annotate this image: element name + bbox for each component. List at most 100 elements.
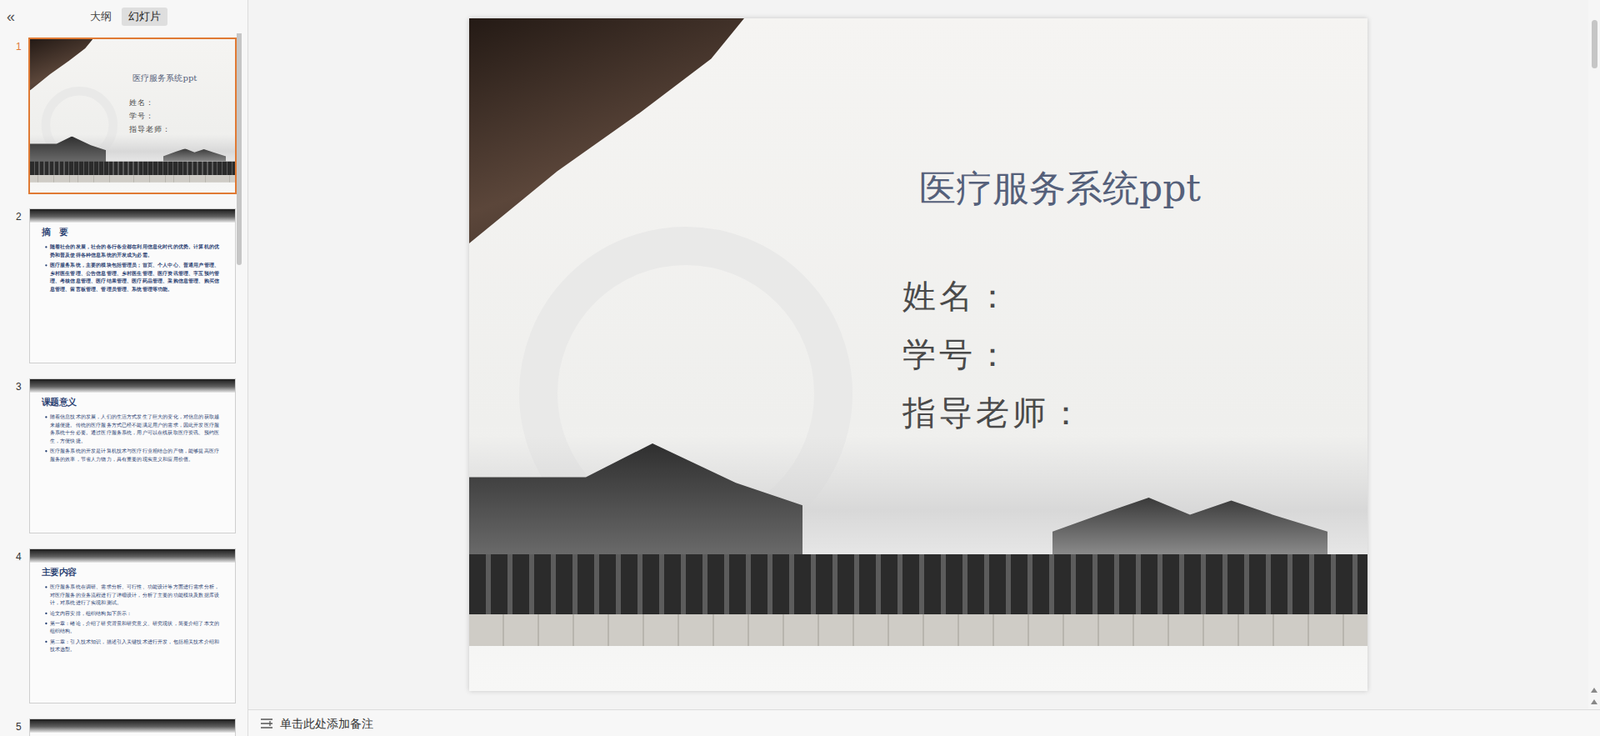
thumbnail-area: 1医疗服务系统ppt姓名：学号：指导老师：2摘 要随着社会的发展，社会的各行各业…: [0, 33, 248, 736]
thumbnail-row[interactable]: 5: [0, 717, 237, 736]
bullet-text[interactable]: 医疗服务系统的开发是计算机技术与医疗行业相结合的产物，能够提高医疗服务的效率，节…: [50, 447, 225, 464]
field-list: 姓名：学号：指导老师：: [129, 95, 235, 136]
collapse-icon[interactable]: «: [5, 6, 17, 27]
slide-title[interactable]: 医疗服务系统ppt: [132, 72, 235, 84]
page-down-icon[interactable]: [1590, 697, 1598, 705]
roof-corner: [30, 39, 93, 91]
slide-thumbnail[interactable]: 主要内容医疗服务系统在调研、需求分析、可行性、功能设计等方面进行需求分析，对医疗…: [29, 548, 236, 704]
scroll-thumb[interactable]: [1591, 20, 1598, 69]
slide-field[interactable]: 指导老师：: [129, 122, 235, 136]
slide-field[interactable]: 学号：: [902, 325, 1368, 384]
thumbnail-view: 摘 要随着社会的发展，社会的各行各业都在利用信息化时代的优势。计算机的优势和普及…: [30, 209, 235, 363]
slide-title[interactable]: 摘 要: [41, 226, 225, 239]
bullet-text[interactable]: 医疗服务系统在调研、需求分析、可行性、功能设计等方面进行需求分析，对医疗服务的业…: [50, 583, 225, 608]
slide-number: 2: [0, 207, 29, 365]
slide: 主要内容医疗服务系统在调研、需求分析、可行性、功能设计等方面进行需求分析，对医疗…: [30, 549, 235, 703]
bullet: 第一章：绪论，介绍了研究背景和研究意义、研究现状，简要介绍了本文的组织结构。: [41, 619, 225, 635]
bullet-dot: [45, 450, 47, 452]
slide-title[interactable]: 课题意义: [41, 396, 225, 409]
slide-title[interactable]: 主要内容: [41, 566, 225, 579]
panel-scrollbar: [236, 33, 245, 736]
slide-number: 4: [0, 547, 29, 705]
panel-header: « 大纲幻灯片: [0, 0, 248, 34]
thumbnail-row[interactable]: 4主要内容医疗服务系统在调研、需求分析、可行性、功能设计等方面进行需求分析，对医…: [0, 547, 237, 705]
slide-field[interactable]: 指导老师：: [902, 383, 1368, 442]
roof-band: [30, 209, 235, 223]
slide-thumbnail[interactable]: 医疗服务系统ppt 姓名：学号：指导老师：: [28, 37, 237, 195]
slide-thumbnail[interactable]: [29, 718, 236, 736]
thumbnail-view: 主要内容医疗服务系统在调研、需求分析、可行性、功能设计等方面进行需求分析，对医疗…: [30, 549, 235, 703]
bullet-text[interactable]: 第一章：绪论，介绍了研究背景和研究意义、研究现状，简要介绍了本文的组织结构。: [50, 619, 225, 635]
bullet-text[interactable]: 随着信息技术的发展，人们的生活方式发生了巨大的变化，对信息的获取越来越便捷。传统…: [50, 413, 225, 445]
bullet-dot: [45, 264, 47, 266]
bullet-list: 随着社会的发展，社会的各行各业都在利用信息化时代的优势。计算机的优势和普及使得各…: [41, 243, 225, 294]
bullet: 随着信息技术的发展，人们的生活方式发生了巨大的变化，对信息的获取越来越便捷。传统…: [41, 413, 225, 445]
bullet-dot: [45, 640, 47, 643]
bullet-list: 随着信息技术的发展，人们的生活方式发生了巨大的变化，对信息的获取越来越便捷。传统…: [41, 413, 225, 464]
field-list: 姓名：学号：指导老师：: [902, 266, 1368, 442]
workspace: 医疗服务系统ppt 姓名：学号：指导老师：: [248, 0, 1600, 710]
slide: 摘 要随着社会的发展，社会的各行各业都在利用信息化时代的优势。计算机的优势和普及…: [30, 209, 235, 363]
slide: [30, 719, 235, 736]
view-tabs: 大纲幻灯片: [83, 7, 168, 26]
bullet-text[interactable]: 第二章：引入技术知识，描述引入关键技术进行开发，包括相关技术介绍和技术选型。: [50, 637, 225, 654]
thumbnail-view: [30, 719, 235, 736]
roof-tiles: [469, 554, 1368, 615]
slide-canvas: 医疗服务系统ppt 姓名：学号：指导老师：: [248, 0, 1589, 710]
roof-band: [30, 549, 235, 563]
view-tab[interactable]: 幻灯片: [121, 7, 168, 26]
slide: 医疗服务系统ppt 姓名：学号：指导老师：: [469, 18, 1368, 691]
bullet-text[interactable]: 论文内容安排，组织结构如下所示：: [50, 609, 133, 618]
roof-tiles: [30, 161, 235, 175]
bullet: 医疗服务系统在调研、需求分析、可行性、功能设计等方面进行需求分析，对医疗服务的业…: [41, 583, 225, 608]
bullet: 医疗服务系统的开发是计算机技术与医疗行业相结合的产物，能够提高医疗服务的效率，节…: [41, 447, 225, 464]
wall: [469, 614, 1368, 646]
notes-bar[interactable]: 单击此处添加备注: [248, 709, 1600, 736]
bullet-dot: [45, 245, 47, 248]
thumbnail-scaler: 医疗服务系统ppt 姓名：学号：指导老师：: [30, 39, 235, 193]
page-up-icon[interactable]: [1590, 685, 1598, 693]
slide-body: 主要内容医疗服务系统在调研、需求分析、可行性、功能设计等方面进行需求分析，对医疗…: [30, 549, 235, 654]
scroll-thumb[interactable]: [236, 33, 242, 265]
slide-body: 课题意义随着信息技术的发展，人们的生活方式发生了巨大的变化，对信息的获取越来越便…: [30, 379, 235, 464]
slide-field[interactable]: 姓名：: [902, 266, 1368, 325]
bullet-dot: [45, 622, 47, 625]
slide-field[interactable]: 姓名：: [129, 95, 235, 110]
bullet-list: 医疗服务系统在调研、需求分析、可行性、功能设计等方面进行需求分析，对医疗服务的业…: [41, 583, 225, 655]
roof-corner: [469, 18, 745, 244]
bullet-dot: [45, 415, 47, 418]
slide-thumbnail[interactable]: 课题意义随着信息技术的发展，人们的生活方式发生了巨大的变化，对信息的获取越来越便…: [29, 378, 236, 534]
thumbnail-view: 医疗服务系统ppt 姓名：学号：指导老师：: [30, 39, 235, 193]
slide: 课题意义随着信息技术的发展，人们的生活方式发生了巨大的变化，对信息的获取越来越便…: [30, 379, 235, 533]
current-slide[interactable]: 医疗服务系统ppt 姓名：学号：指导老师：: [469, 18, 1368, 691]
notes-icon: [260, 717, 274, 730]
slide-field[interactable]: 学号：: [129, 109, 235, 123]
slide-title[interactable]: 医疗服务系统ppt: [919, 165, 1368, 212]
slide-number: 1: [0, 37, 29, 195]
thumbnail-row[interactable]: 3课题意义随着信息技术的发展，人们的生活方式发生了巨大的变化，对信息的获取越来越…: [0, 377, 237, 535]
thumbnail-scaler: [30, 719, 235, 736]
vertical-scrollbar: [1588, 0, 1600, 710]
wall: [30, 175, 235, 183]
bullet-dot: [45, 612, 47, 615]
bullet: 论文内容安排，组织结构如下所示：: [41, 609, 225, 618]
bullet: 第二章：引入技术知识，描述引入关键技术进行开发，包括相关技术介绍和技术选型。: [41, 637, 225, 654]
notes-placeholder[interactable]: 单击此处添加备注: [280, 715, 374, 731]
roof-band: [30, 719, 235, 733]
slide-panel: «大纲幻灯片1医疗服务系统ppt姓名：学号：指导老师：2摘 要随着社会的发展，社…: [0, 0, 249, 736]
bullet-text[interactable]: 医疗服务系统，主要的模块包括管理员；首页、个人中心、普通用户管理、乡村医生管理、…: [50, 260, 225, 293]
slide-text: 医疗服务系统ppt 姓名：学号：指导老师：: [469, 18, 1368, 442]
thumbnail-row[interactable]: 1 医疗服务系统ppt 姓名：学号：指导老师：: [0, 37, 237, 195]
slide-text: 医疗服务系统ppt 姓名：学号：指导老师：: [30, 39, 235, 136]
view-tab[interactable]: 大纲: [83, 7, 119, 26]
slide-number: 5: [0, 717, 29, 736]
thumbnail-row[interactable]: 2摘 要随着社会的发展，社会的各行各业都在利用信息化时代的优势。计算机的优势和普…: [0, 207, 237, 365]
thumbnail-view: 课题意义随着信息技术的发展，人们的生活方式发生了巨大的变化，对信息的获取越来越便…: [30, 379, 235, 533]
slide: 医疗服务系统ppt 姓名：学号：指导老师：: [30, 39, 235, 193]
bullet: 医疗服务系统，主要的模块包括管理员；首页、个人中心、普通用户管理、乡村医生管理、…: [41, 260, 225, 293]
roof-band: [30, 379, 235, 393]
bullet-text[interactable]: 随着社会的发展，社会的各行各业都在利用信息化时代的优势。计算机的优势和普及使得各…: [50, 243, 225, 260]
slide-thumbnail[interactable]: 摘 要随着社会的发展，社会的各行各业都在利用信息化时代的优势。计算机的优势和普及…: [29, 208, 236, 364]
thumbnail-scaler: 摘 要随着社会的发展，社会的各行各业都在利用信息化时代的优势。计算机的优势和普及…: [30, 209, 235, 363]
thumbnail-scaler: 主要内容医疗服务系统在调研、需求分析、可行性、功能设计等方面进行需求分析，对医疗…: [30, 549, 235, 703]
